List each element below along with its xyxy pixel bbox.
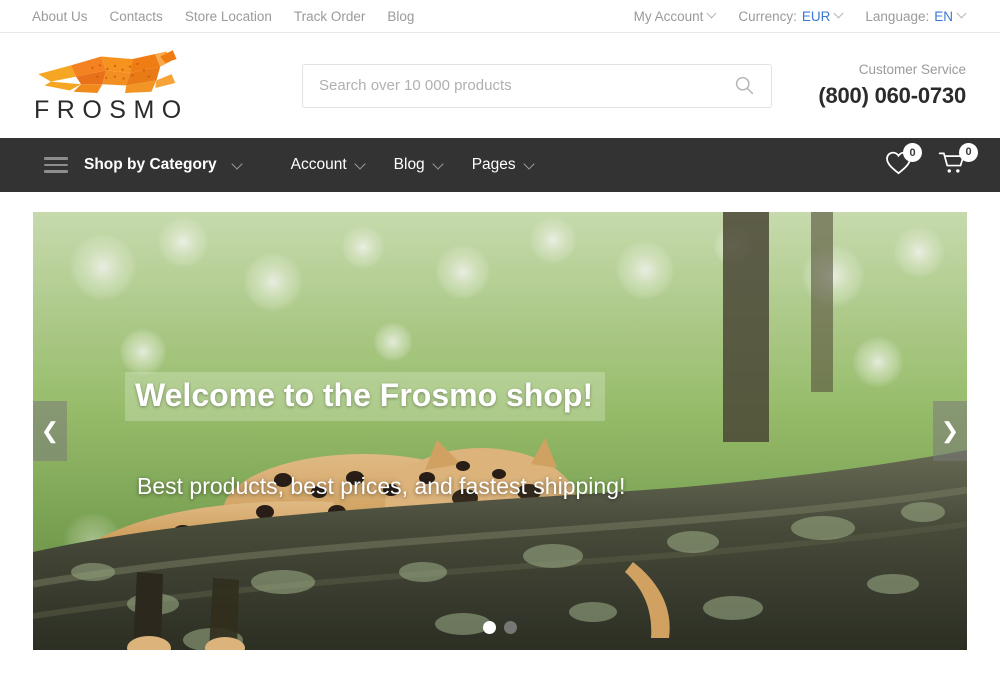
hero-subtitle: Best products, best prices, and fastest … bbox=[137, 473, 765, 500]
hero-title: Welcome to the Frosmo shop! bbox=[135, 378, 593, 413]
search-button[interactable] bbox=[732, 75, 757, 96]
nav-item-label: Blog bbox=[394, 156, 425, 174]
cart-count-badge: 0 bbox=[959, 143, 978, 162]
currency-label: Currency: bbox=[738, 9, 797, 24]
main-navigation-bar: Shop by Category Account Blog Pages 0 bbox=[0, 138, 1000, 192]
customer-service-label: Customer Service bbox=[818, 62, 966, 79]
nav-item-account[interactable]: Account bbox=[291, 156, 366, 174]
currency-value: EUR bbox=[802, 9, 831, 24]
topbar-link-about-us[interactable]: About Us bbox=[32, 9, 88, 24]
wishlist-button[interactable]: 0 bbox=[885, 150, 912, 180]
chevron-down-icon bbox=[356, 160, 366, 170]
customer-service-phone[interactable]: (800) 060-0730 bbox=[818, 82, 966, 110]
my-account-dropdown[interactable]: My Account bbox=[634, 9, 717, 24]
topbar-link-store-location[interactable]: Store Location bbox=[185, 9, 272, 24]
hero-title-panel: Welcome to the Frosmo shop! bbox=[125, 372, 605, 421]
carousel-prev-button[interactable]: ❮ bbox=[33, 401, 67, 461]
chevron-down-icon bbox=[233, 160, 243, 170]
chevron-down-icon bbox=[525, 160, 535, 170]
search-bar[interactable] bbox=[302, 64, 772, 108]
search-input[interactable] bbox=[319, 77, 732, 94]
cheetah-logo-icon bbox=[32, 49, 183, 93]
top-utility-controls: My Account Currency: EUR Language: EN bbox=[634, 9, 966, 24]
wishlist-count-badge: 0 bbox=[903, 143, 922, 162]
cart-button[interactable]: 0 bbox=[938, 150, 968, 181]
hamburger-icon bbox=[44, 157, 68, 173]
top-utility-bar: About Us Contacts Store Location Track O… bbox=[0, 0, 1000, 33]
hero-section: Welcome to the Frosmo shop! Best product… bbox=[0, 192, 1000, 650]
site-logo[interactable]: FROSMO bbox=[32, 49, 192, 123]
search-icon bbox=[734, 75, 755, 96]
language-label: Language: bbox=[865, 9, 929, 24]
carousel-dot-2[interactable] bbox=[504, 621, 517, 634]
chevron-down-icon bbox=[958, 10, 966, 18]
shop-by-category-menu[interactable]: Shop by Category bbox=[44, 156, 243, 174]
nav-item-pages[interactable]: Pages bbox=[472, 156, 535, 174]
topbar-link-blog[interactable]: Blog bbox=[387, 9, 414, 24]
topbar-link-contacts[interactable]: Contacts bbox=[110, 9, 163, 24]
logo-wordmark: FROSMO bbox=[34, 98, 192, 123]
currency-dropdown[interactable]: Currency: EUR bbox=[738, 9, 843, 24]
nav-item-label: Pages bbox=[472, 156, 516, 174]
chevron-down-icon bbox=[835, 10, 843, 18]
nav-item-blog[interactable]: Blog bbox=[394, 156, 444, 174]
top-utility-links: About Us Contacts Store Location Track O… bbox=[32, 9, 414, 24]
chevron-down-icon bbox=[708, 10, 716, 18]
site-masthead: FROSMO Customer Service (800) 060-0730 bbox=[0, 33, 1000, 138]
language-dropdown[interactable]: Language: EN bbox=[865, 9, 966, 24]
carousel-dot-1[interactable] bbox=[483, 621, 496, 634]
topbar-link-track-order[interactable]: Track Order bbox=[294, 9, 366, 24]
carousel-pagination bbox=[483, 621, 517, 634]
carousel-next-button[interactable]: ❯ bbox=[933, 401, 967, 461]
customer-service-block: Customer Service (800) 060-0730 bbox=[818, 62, 966, 109]
hero-text-block: Welcome to the Frosmo shop! Best product… bbox=[125, 372, 765, 500]
nav-item-label: Account bbox=[291, 156, 347, 174]
my-account-label: My Account bbox=[634, 9, 704, 24]
shop-by-category-label: Shop by Category bbox=[84, 156, 217, 174]
primary-nav-links: Account Blog Pages bbox=[291, 156, 535, 174]
language-value: EN bbox=[934, 9, 953, 24]
nav-action-icons: 0 0 bbox=[885, 150, 968, 181]
chevron-down-icon bbox=[434, 160, 444, 170]
hero-carousel: Welcome to the Frosmo shop! Best product… bbox=[33, 212, 967, 650]
